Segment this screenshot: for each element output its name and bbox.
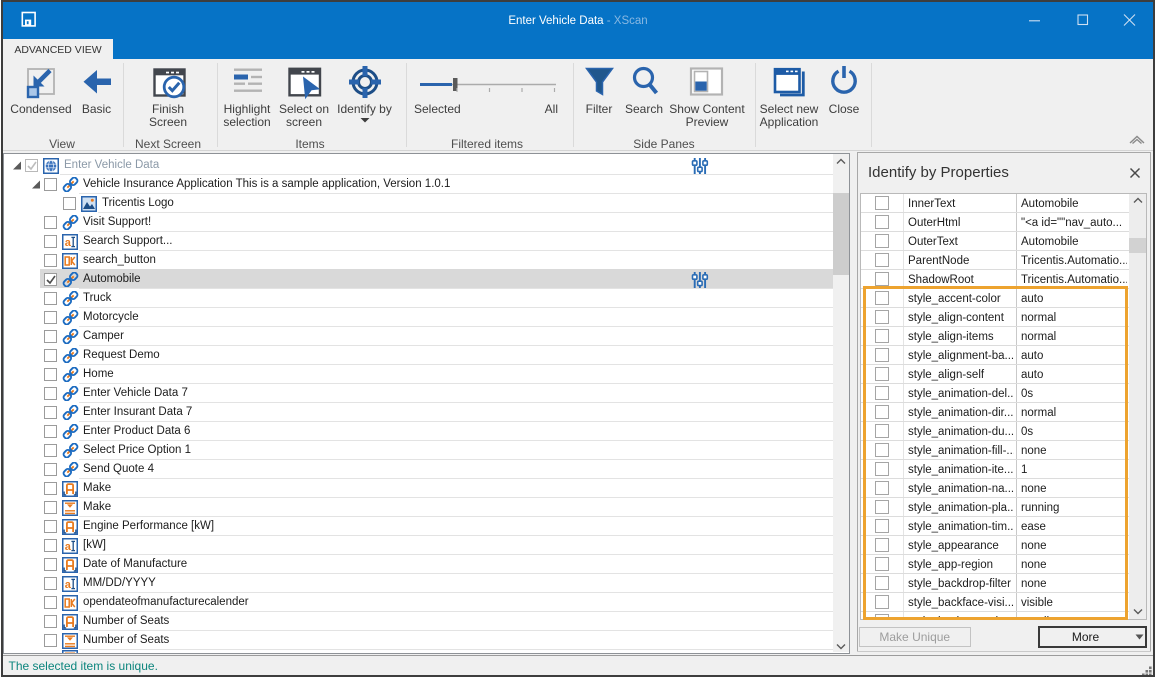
svg-text:a: a [65, 237, 72, 249]
svg-text:a: a [65, 579, 72, 591]
svg-text:a: a [65, 541, 72, 553]
